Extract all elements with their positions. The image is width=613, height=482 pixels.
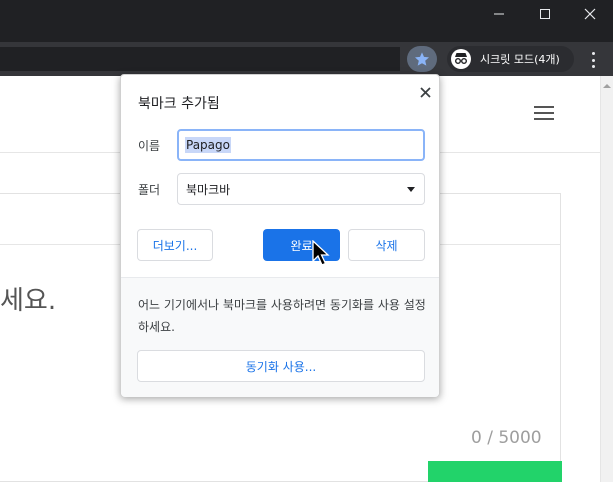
chevron-down-icon [407,187,415,192]
close-window-button[interactable] [567,0,613,28]
bookmark-star-button[interactable] [407,46,437,72]
minimize-button[interactable] [476,0,522,28]
more-button[interactable]: 더보기... [137,229,213,261]
maximize-button[interactable] [522,0,568,28]
char-counter: 0 / 5000 [471,428,542,448]
close-icon [584,8,596,20]
minimize-icon [494,13,504,15]
sync-promo: 어느 기기에서나 북마크를 사용하려면 동기화를 사용 설정하세요. 동기화 사… [121,277,439,397]
folder-select-value: 북마크바 [186,182,231,197]
browser-menu-button[interactable] [586,49,600,71]
scrollbar[interactable] [600,76,613,482]
incognito-label: 시크릿 모드(4개) [480,53,560,66]
star-icon [415,52,429,66]
window-titlebar [0,0,613,42]
bookmark-name-value: Papago [185,137,231,153]
maximize-icon [540,9,550,19]
folder-label: 폴더 [138,183,161,197]
incognito-badge[interactable]: 시크릿 모드(4개) [447,46,574,72]
kebab-menu-icon [591,52,595,55]
close-icon [419,86,431,98]
hamburger-menu-button[interactable] [534,106,554,120]
mouse-cursor-icon [312,240,330,266]
bookmark-name-input[interactable]: Papago [177,129,425,161]
address-bar[interactable] [0,47,400,71]
incognito-icon [451,49,471,69]
folder-select[interactable]: 북마크바 [177,173,425,205]
dialog-title: 북마크 추가됨 [138,96,220,112]
translate-button[interactable] [428,461,562,482]
name-label: 이름 [138,139,161,153]
scroll-up-icon [603,84,611,88]
placeholder-text: 세요. [0,286,57,316]
sync-message: 어느 기기에서나 북마크를 사용하려면 동기화를 사용 설정하세요. [138,298,426,334]
bookmark-added-dialog: 북마크 추가됨 이름 Papago 폴더 북마크바 더보기... 완료 삭제 어… [120,74,440,397]
dialog-close-button[interactable] [416,83,434,101]
enable-sync-button[interactable]: 동기화 사용... [137,350,425,382]
delete-button[interactable]: 삭제 [348,229,425,261]
